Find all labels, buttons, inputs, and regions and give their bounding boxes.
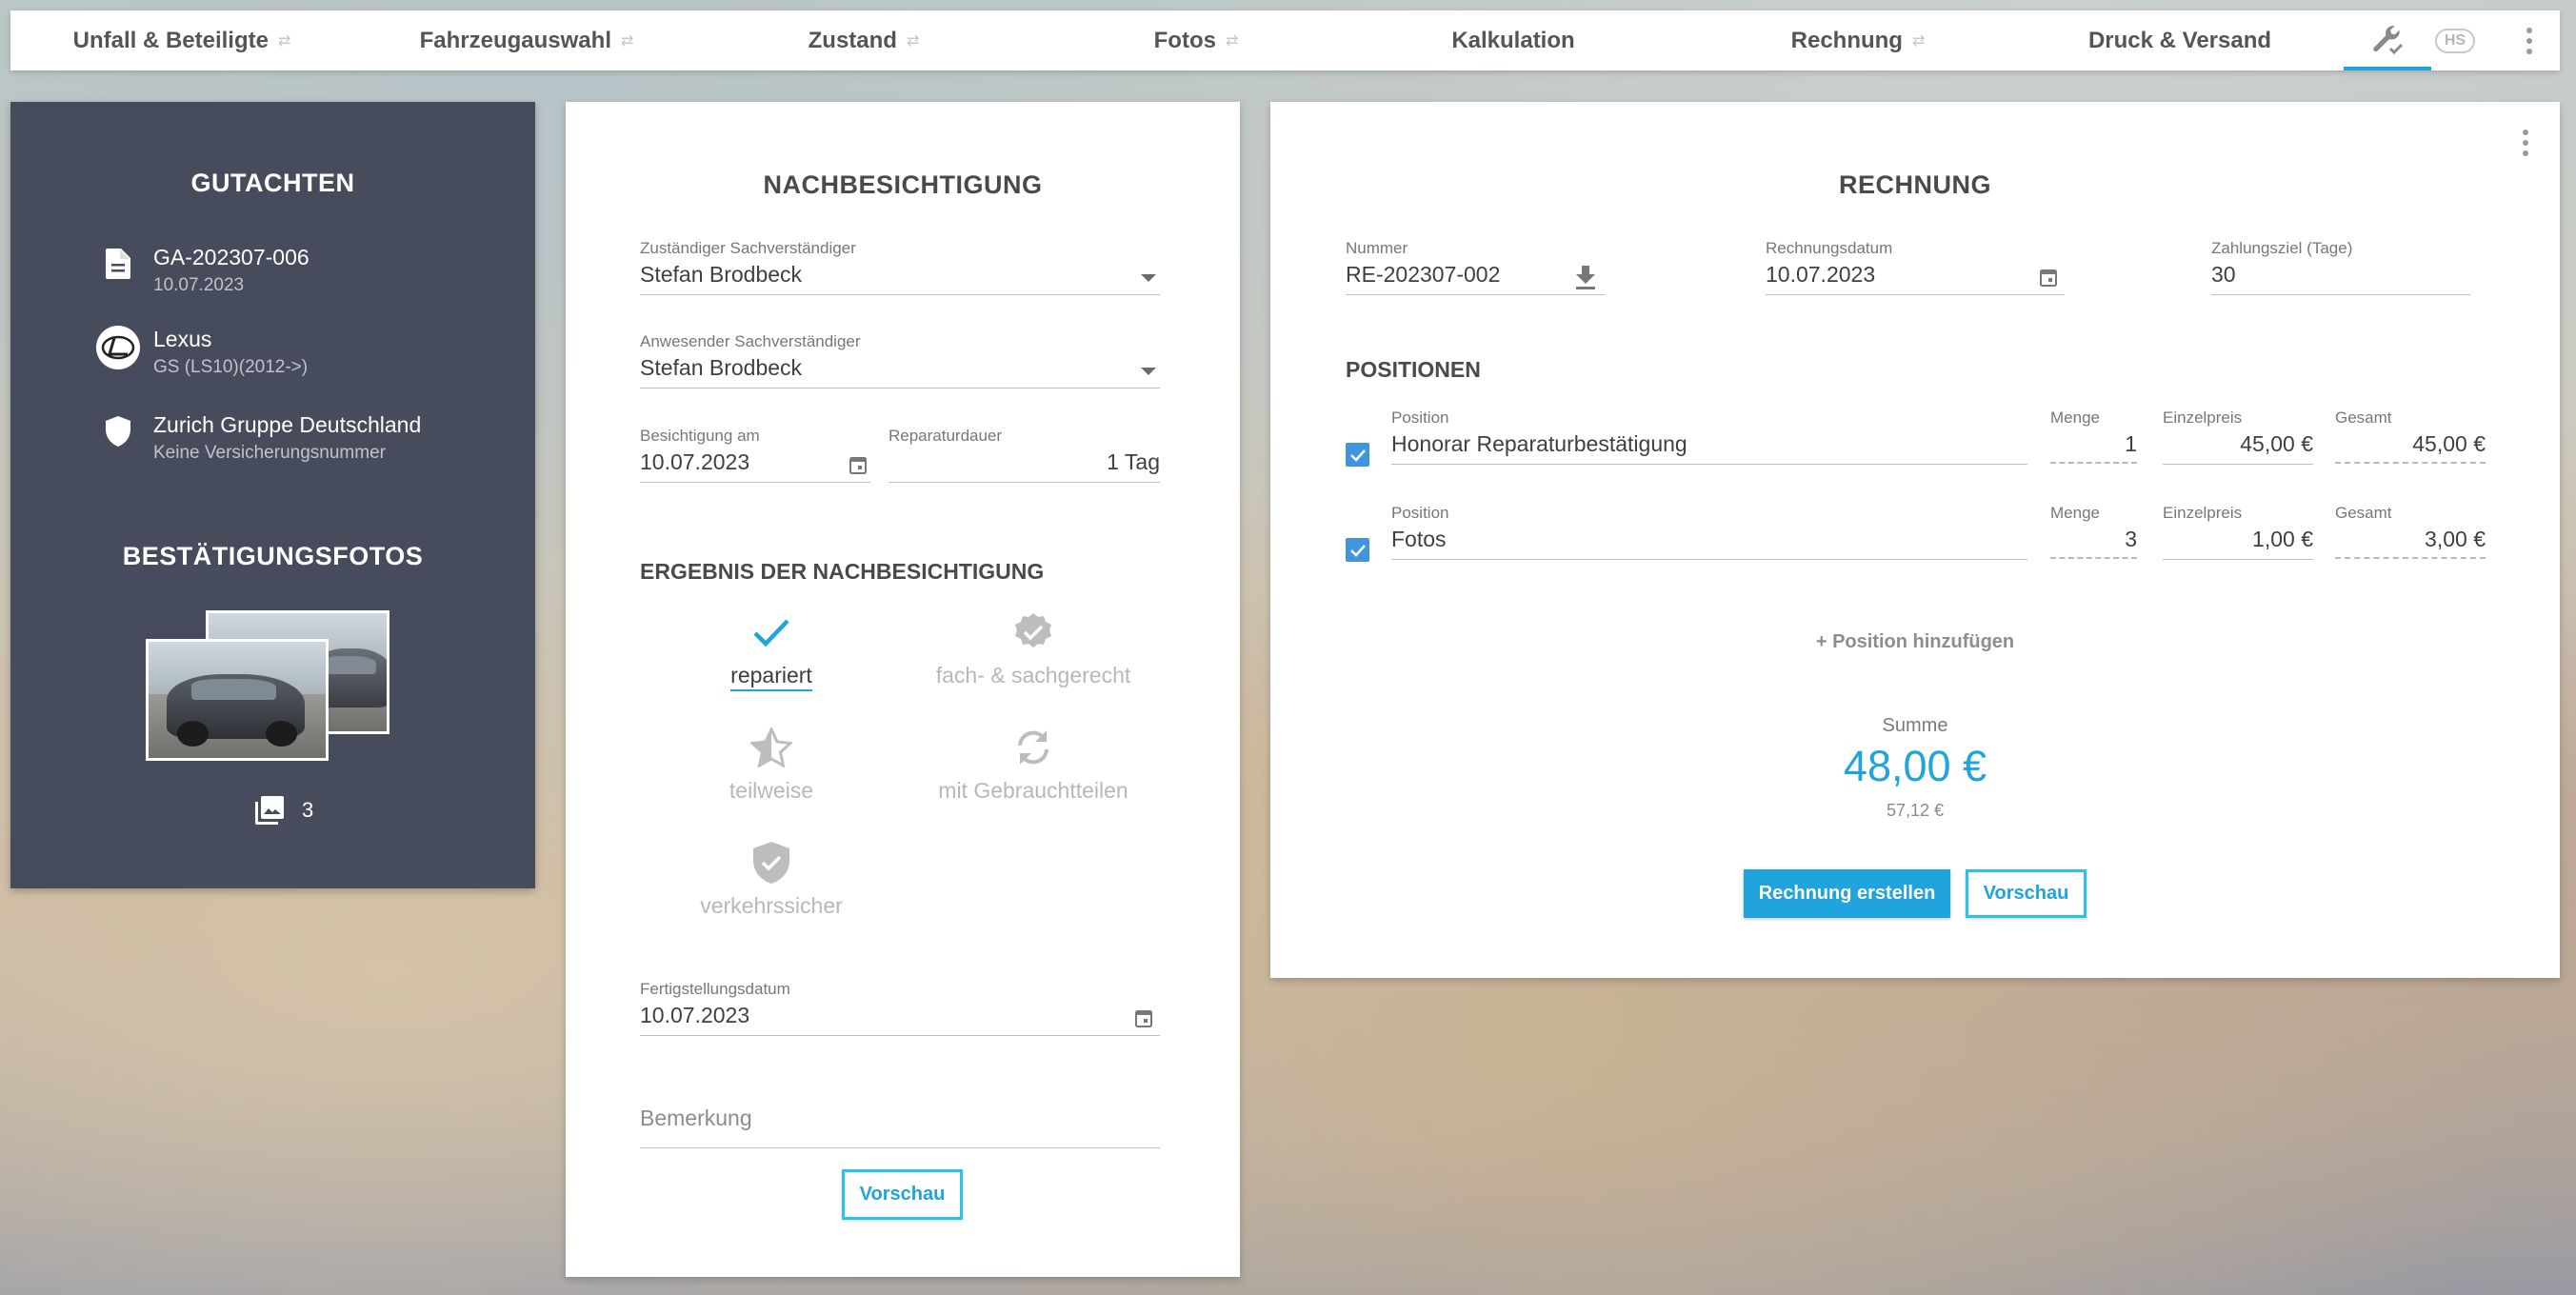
- vehicle-model: GS (LS10)(2012->): [153, 357, 309, 377]
- lexus-logo-icon: [85, 325, 151, 375]
- position-description-field[interactable]: Position Fotos: [1391, 504, 2027, 560]
- result-verkehrssicher[interactable]: verkehrssicher: [648, 842, 895, 919]
- result-section-title: ERGEBNIS DER NACHBESICHTIGUNG: [640, 559, 1045, 584]
- verified-badge-icon: [909, 611, 1157, 653]
- tab-fotos[interactable]: Fotos ⇄: [1154, 10, 1239, 70]
- invoice-preview-button[interactable]: Vorschau: [1966, 869, 2087, 918]
- photo-thumbnail[interactable]: [146, 639, 329, 761]
- add-position-button[interactable]: + Position hinzufügen: [1270, 631, 2560, 653]
- check-icon: [648, 611, 895, 653]
- half-star-icon: [648, 727, 895, 768]
- confirmation-photos[interactable]: [146, 610, 403, 772]
- nachbesichtigung-card: NACHBESICHTIGUNG Zuständiger Sachverstän…: [566, 102, 1240, 1277]
- rechnung-title: RECHNUNG: [1838, 170, 1991, 199]
- more-menu-icon[interactable]: [2515, 26, 2544, 56]
- download-icon[interactable]: [1574, 266, 1597, 295]
- document-icon: [85, 249, 151, 284]
- tab-fahrzeugauswahl[interactable]: Fahrzeugauswahl ⇄: [420, 10, 634, 70]
- top-navigation: Unfall & Beteiligte ⇄ Fahrzeugauswahl ⇄ Zu…: [10, 10, 2560, 70]
- edited-marker-icon: ⇄: [1911, 32, 1926, 50]
- position-total-field[interactable]: Gesamt 45,00 €: [2335, 408, 2486, 464]
- result-gebrauchtteile[interactable]: mit Gebrauchtteilen: [909, 727, 1157, 804]
- shield-icon: [85, 416, 151, 451]
- shield-check-icon: [648, 842, 895, 884]
- present-expert-select[interactable]: Anwesender Sachverständiger Stefan Brodb…: [640, 332, 1160, 388]
- positions-title: POSITIONEN: [1346, 357, 1481, 382]
- card-menu-icon[interactable]: [2516, 129, 2535, 157]
- sum-label: Summe: [1882, 715, 1948, 736]
- position-checkbox[interactable]: [1346, 538, 1369, 562]
- edited-marker-icon: ⇄: [1225, 32, 1239, 50]
- result-teilweise[interactable]: teilweise: [648, 727, 895, 804]
- dropdown-arrow-icon: [1141, 274, 1156, 282]
- photos-title: BESTÄTIGUNGSFOTOS: [122, 542, 424, 570]
- dropdown-arrow-icon: [1141, 368, 1156, 375]
- invoice-date-field[interactable]: Rechnungsdatum 10.07.2023: [1766, 239, 2065, 295]
- user-avatar-badge[interactable]: HS: [2435, 29, 2475, 53]
- recycle-icon: [909, 727, 1157, 768]
- vehicle-make: Lexus: [153, 327, 212, 351]
- calendar-icon[interactable]: [849, 455, 867, 479]
- wrench-check-icon: [2373, 25, 2404, 54]
- calendar-icon[interactable]: [1135, 1008, 1152, 1032]
- nachbesichtigung-preview-button[interactable]: Vorschau: [842, 1169, 963, 1220]
- photo-library-icon: [255, 796, 284, 825]
- rechnung-card: RECHNUNG Nummer RE-202307-002 Rechnungsd…: [1270, 102, 2560, 978]
- edited-marker-icon: ⇄: [620, 32, 634, 50]
- nachbesichtigung-title: NACHBESICHTIGUNG: [763, 170, 1043, 199]
- invoice-number-field[interactable]: Nummer RE-202307-002: [1346, 239, 1605, 295]
- tab-druck-versand[interactable]: Druck & Versand: [2088, 10, 2271, 70]
- position-quantity-field[interactable]: Menge 1: [2050, 408, 2137, 464]
- tab-unfall-beteiligte[interactable]: Unfall & Beteiligte ⇄: [73, 10, 291, 70]
- completion-date-field[interactable]: Fertigstellungsdatum 10.07.2023: [640, 980, 1160, 1036]
- insurance-number: Keine Versicherungsnummer: [153, 443, 386, 463]
- tab-reparaturbestaetigung[interactable]: [2344, 10, 2431, 70]
- inspection-date-field[interactable]: Besichtigung am 10.07.2023: [640, 427, 870, 483]
- remark-input[interactable]: Bemerkung: [640, 1094, 1160, 1148]
- tab-kalkulation[interactable]: Kalkulation: [1451, 10, 1574, 70]
- sum-gross: 57,12 €: [1886, 801, 1945, 820]
- edited-marker-icon: ⇄: [906, 32, 920, 50]
- gutachten-title: GUTACHTEN: [190, 169, 355, 197]
- insurance-name: Zurich Gruppe Deutschland: [153, 412, 422, 437]
- calendar-icon[interactable]: [2040, 268, 2057, 291]
- payment-terms-field[interactable]: Zahlungsziel (Tage) 30: [2211, 239, 2470, 295]
- tab-rechnung[interactable]: Rechnung ⇄: [1791, 10, 1926, 70]
- position-unit-price-field[interactable]: Einzelpreis 1,00 €: [2163, 504, 2313, 560]
- create-invoice-button[interactable]: Rechnung erstellen: [1744, 869, 1950, 918]
- photo-count[interactable]: 3: [254, 795, 313, 826]
- responsible-expert-select[interactable]: Zuständiger Sachverständiger Stefan Brod…: [640, 239, 1160, 295]
- report-date: 10.07.2023: [153, 275, 245, 295]
- position-unit-price-field[interactable]: Einzelpreis 45,00 €: [2163, 408, 2313, 465]
- tab-zustand[interactable]: Zustand ⇄: [809, 10, 920, 70]
- result-fach-sachgerecht[interactable]: fach- & sachgerecht: [909, 611, 1157, 688]
- edited-marker-icon: ⇄: [277, 32, 291, 50]
- gutachten-card: GUTACHTEN GA-202307-006 10.07.2023 Lexus…: [10, 102, 535, 888]
- sum-net: 48,00 €: [1843, 742, 1987, 790]
- position-quantity-field[interactable]: Menge 3: [2050, 504, 2137, 559]
- repair-duration-field[interactable]: Reparaturdauer 1 Tag: [889, 427, 1160, 483]
- position-checkbox[interactable]: [1346, 443, 1369, 467]
- report-number: GA-202307-006: [153, 245, 310, 269]
- position-description-field[interactable]: Position Honorar Reparaturbestätigung: [1391, 408, 2027, 465]
- position-total-field[interactable]: Gesamt 3,00 €: [2335, 504, 2486, 559]
- result-repariert[interactable]: repariert: [648, 611, 895, 691]
